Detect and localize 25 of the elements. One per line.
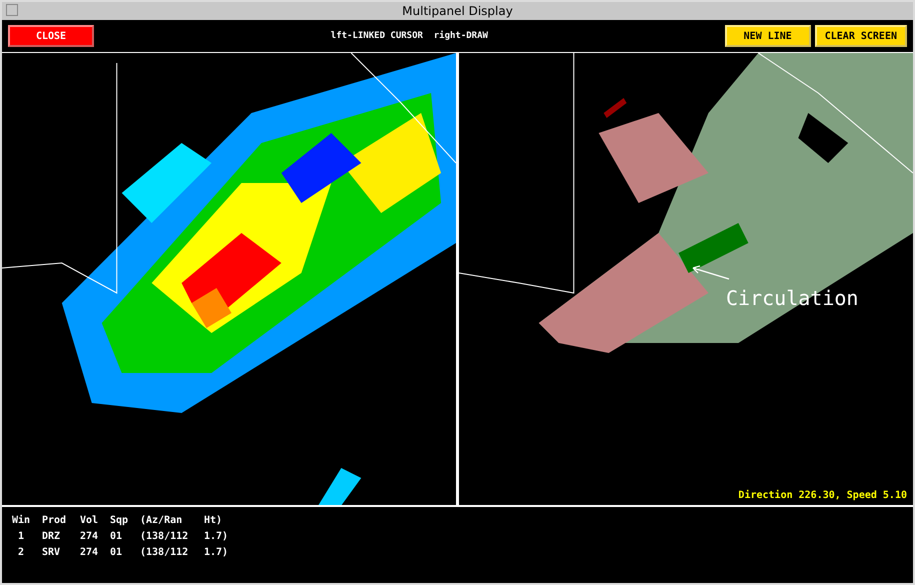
close-button[interactable]: CLOSE <box>8 25 94 47</box>
table-cell-text: DRZ <box>42 531 62 544</box>
new-line-button[interactable]: NEW LINE <box>724 25 811 47</box>
table-cell-text: 01 <box>110 547 124 560</box>
mode-hint: lft-LINKED CURSOR right-DRAW <box>330 31 489 41</box>
column-header: Ht) <box>204 515 224 528</box>
table-cell-text: 1.7) <box>204 547 230 560</box>
table-cell-text: 274 <box>80 547 100 560</box>
status-readout: Direction 226.30, Speed 5.10 <box>738 490 907 501</box>
column-header: Prod <box>42 515 68 528</box>
clear-screen-button[interactable]: CLEAR SCREEN <box>814 25 907 47</box>
table-cell-text: (138/112 <box>140 547 190 560</box>
table-cell-text: 2 <box>17 547 26 560</box>
column-header: Vol <box>80 515 100 528</box>
table-cell-text: 01 <box>110 531 124 544</box>
column-header: (Az/Ran <box>140 515 184 528</box>
table-cell-text: 274 <box>80 531 100 544</box>
window-menu-icon[interactable] <box>6 4 18 16</box>
window-title: Multipanel Display <box>402 4 513 18</box>
column-header: Sqp <box>110 515 130 528</box>
column-header: Win <box>12 515 32 528</box>
table-cell-text: (138/112 <box>140 531 190 544</box>
table-cell-text: SRV <box>42 547 62 560</box>
table-cell-text: 1 <box>17 531 26 544</box>
table-cell-text: 1.7) <box>204 531 230 544</box>
